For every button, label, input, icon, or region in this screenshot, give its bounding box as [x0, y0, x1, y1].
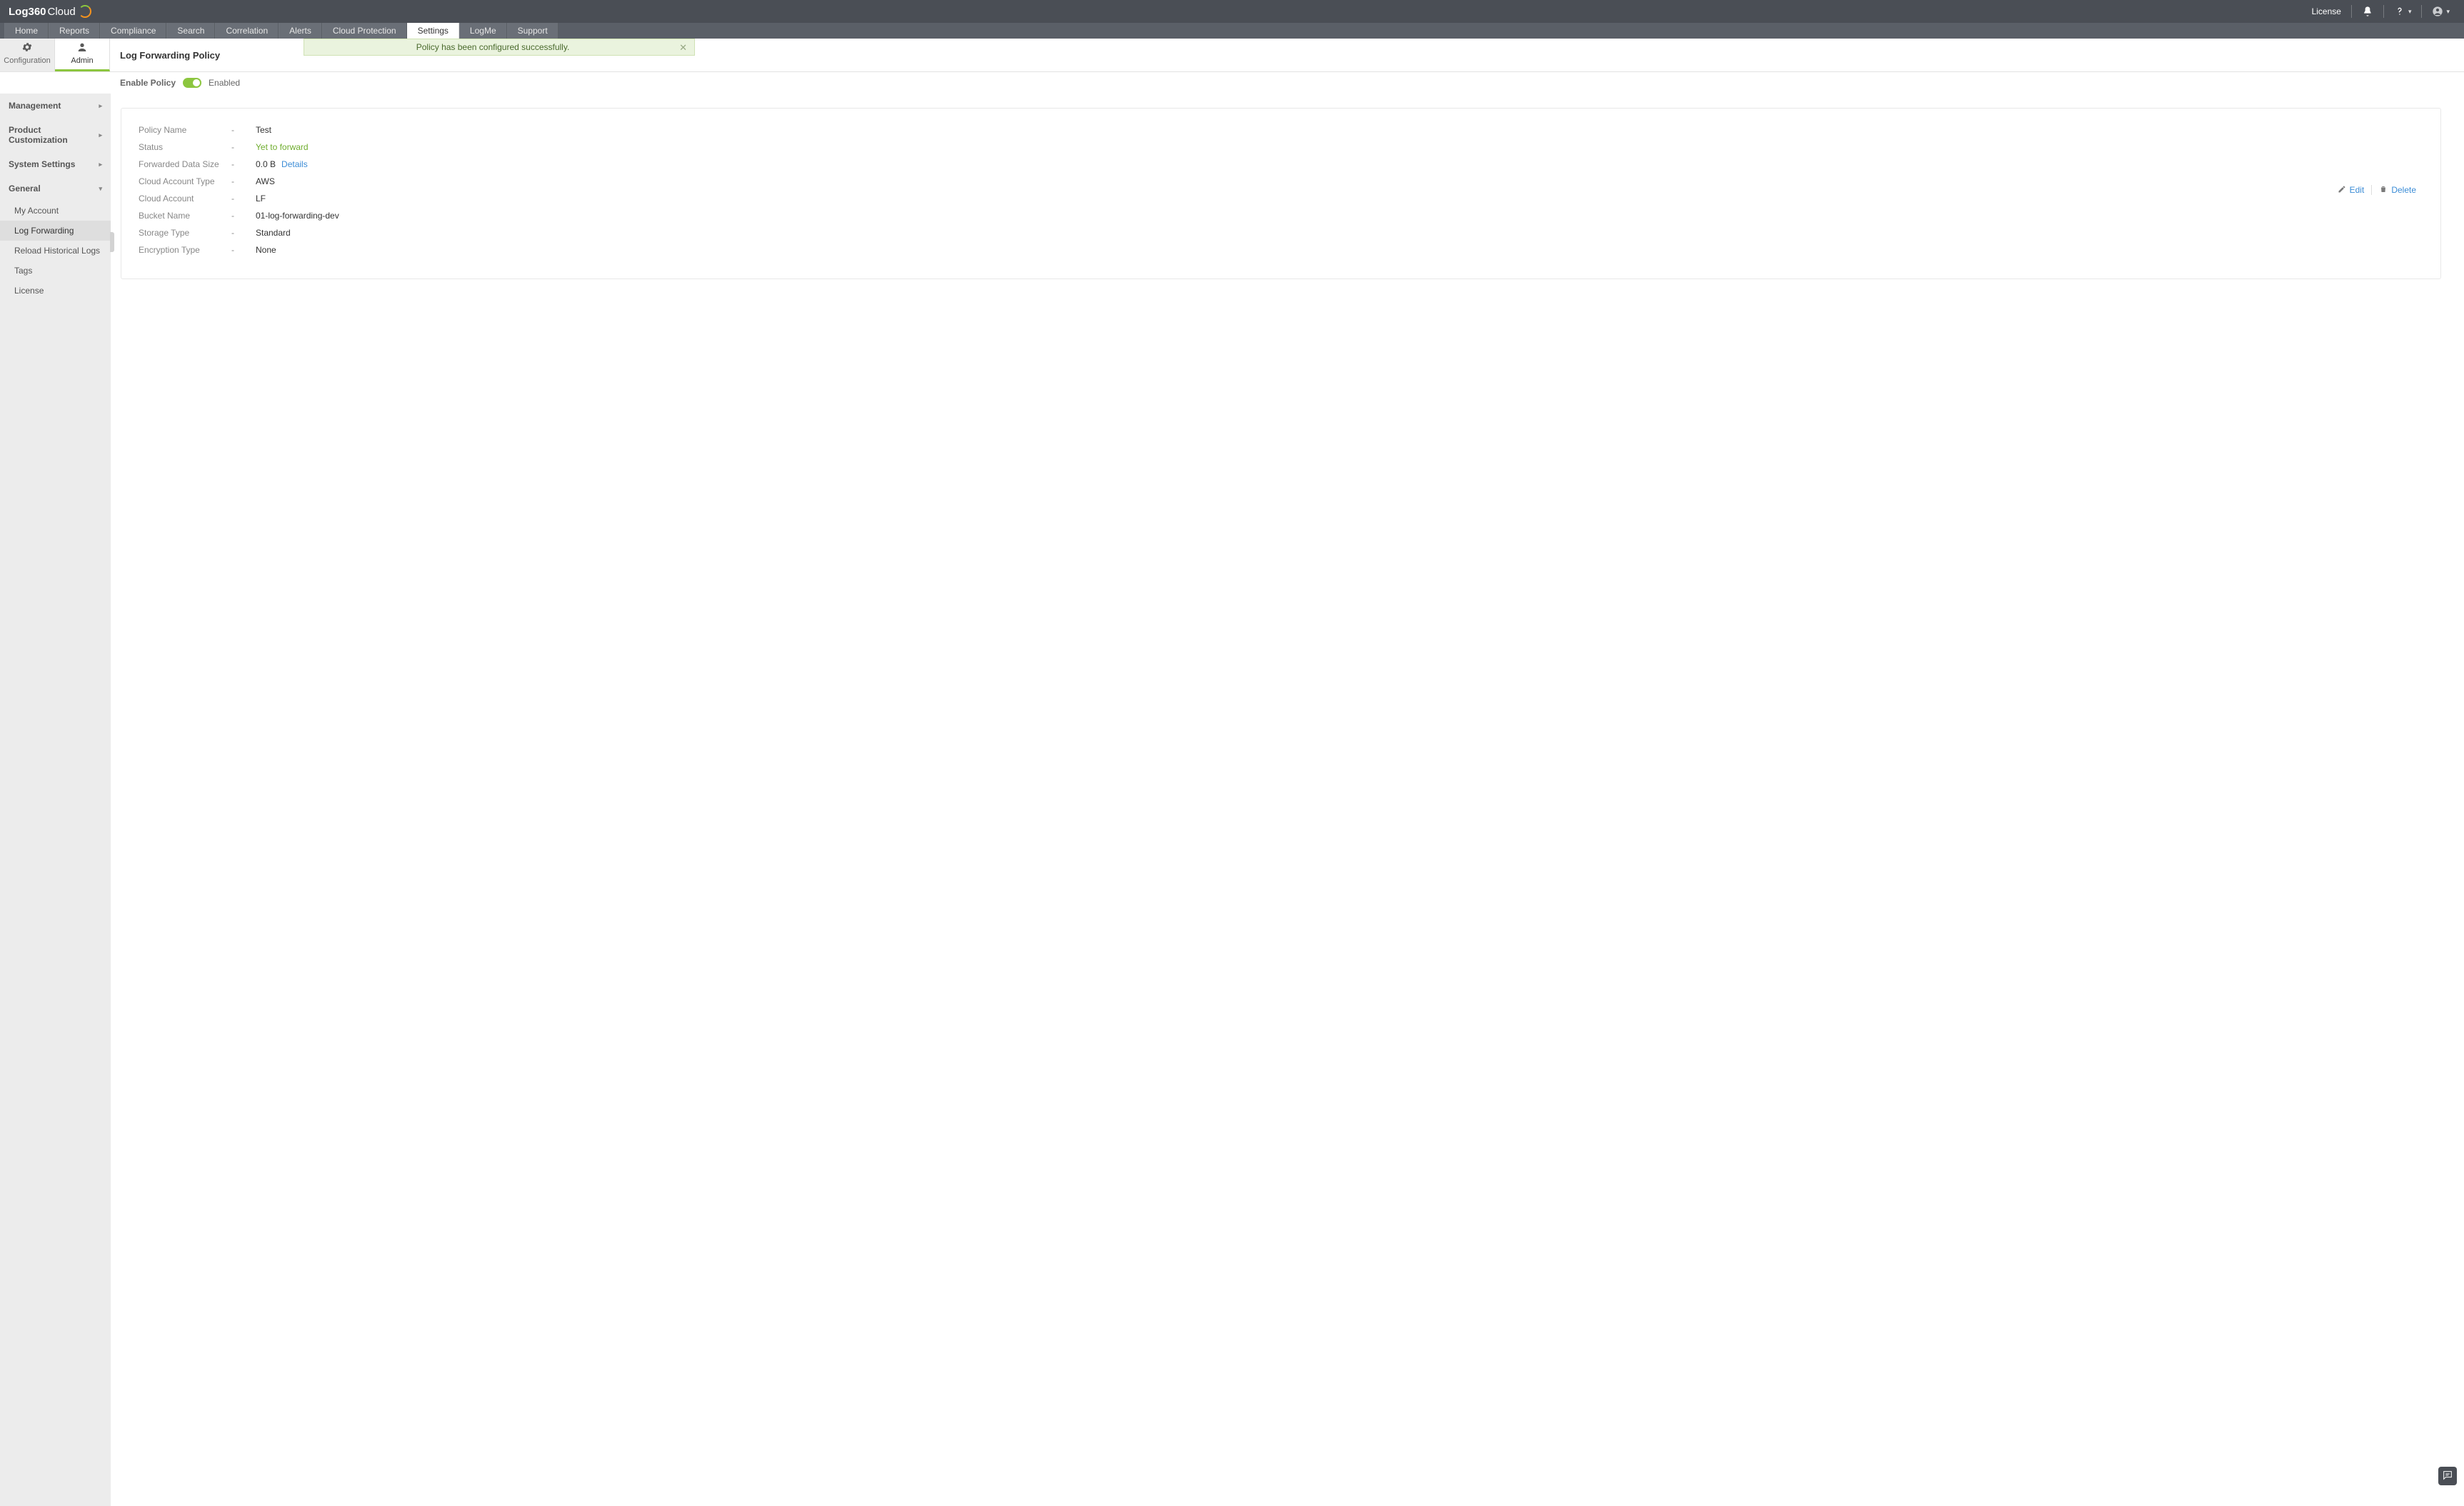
sidebar-item-my-account[interactable]: My Account	[0, 201, 111, 221]
edit-label: Edit	[2350, 185, 2365, 195]
content: Policy Name - Test Status - Yet to forwa…	[111, 94, 2464, 1506]
chevron-right-icon: ▸	[99, 161, 102, 169]
chat-fab[interactable]	[2438, 1467, 2457, 1485]
license-link[interactable]: License	[2306, 4, 2347, 19]
detail-key: Forwarded Data Size	[139, 159, 231, 169]
sidebar: Management ▸ Product Customization ▸ Sys…	[0, 94, 111, 1506]
detail-row: Cloud Account Type - AWS	[139, 173, 2330, 190]
detail-row: Policy Name - Test	[139, 121, 2330, 139]
sidebar-group-label: System Settings	[9, 159, 75, 169]
policy-card: Policy Name - Test Status - Yet to forwa…	[121, 108, 2441, 279]
delete-button[interactable]: Delete	[2372, 185, 2423, 196]
navtabs: Home Reports Compliance Search Correlati…	[0, 23, 2464, 39]
detail-value: 0.0 B	[256, 159, 276, 169]
topbar: Log360 Cloud License ▾ ▾	[0, 0, 2464, 23]
detail-key: Cloud Account	[139, 194, 231, 204]
subtab-configuration[interactable]: Configuration	[0, 39, 55, 71]
edit-button[interactable]: Edit	[2330, 185, 2372, 196]
chevron-right-icon: ▸	[99, 131, 102, 139]
chevron-down-icon: ▾	[2446, 8, 2450, 16]
close-icon[interactable]: ✕	[679, 42, 687, 54]
detail-value: Yet to forward	[256, 142, 309, 152]
logo-thin: Cloud	[48, 6, 76, 18]
tab-support[interactable]: Support	[507, 23, 559, 39]
detail-row: Bucket Name - 01-log-forwarding-dev	[139, 207, 2330, 224]
details-link[interactable]: Details	[281, 159, 308, 169]
sidebar-group-label: Product Customization	[9, 125, 99, 145]
topbar-divider	[2383, 5, 2384, 18]
sidebar-item-reload-historical-logs[interactable]: Reload Historical Logs	[0, 241, 111, 261]
policy-details: Policy Name - Test Status - Yet to forwa…	[139, 121, 2330, 258]
tab-home[interactable]: Home	[4, 23, 49, 39]
notification-banner: Policy has been configured successfully.…	[304, 39, 695, 56]
enable-policy-label: Enable Policy	[120, 78, 176, 88]
chevron-right-icon: ▸	[99, 102, 102, 110]
detail-row: Encryption Type - None	[139, 241, 2330, 258]
subtabs-row: Configuration Admin Log Forwarding Polic…	[0, 39, 2464, 72]
pencil-icon	[2338, 185, 2346, 196]
notification-text: Policy has been configured successfully.	[416, 42, 570, 52]
admin-user-icon	[55, 41, 109, 55]
logo-bold: Log360	[9, 6, 46, 18]
detail-value: AWS	[256, 176, 275, 186]
detail-key: Policy Name	[139, 125, 231, 135]
sidebar-item-log-forwarding[interactable]: Log Forwarding	[0, 221, 111, 241]
sidebar-group-general[interactable]: General ▾	[0, 176, 111, 201]
subtab-admin[interactable]: Admin	[55, 39, 110, 71]
detail-key: Status	[139, 142, 231, 152]
topbar-right: License ▾ ▾	[2306, 4, 2455, 19]
detail-row: Storage Type - Standard	[139, 224, 2330, 241]
sidebar-group-product-customization[interactable]: Product Customization ▸	[0, 118, 111, 152]
sidebar-group-label: General	[9, 184, 41, 194]
bell-icon[interactable]	[2356, 4, 2379, 19]
enable-policy-toggle[interactable]	[183, 78, 201, 88]
tab-correlation[interactable]: Correlation	[215, 23, 279, 39]
sidebar-item-tags[interactable]: Tags	[0, 261, 111, 281]
sidebar-resize-handle[interactable]	[110, 232, 114, 252]
tab-logme[interactable]: LogMe	[459, 23, 507, 39]
chevron-down-icon: ▾	[99, 185, 102, 193]
chevron-down-icon: ▾	[2408, 8, 2412, 16]
tab-settings[interactable]: Settings	[407, 23, 459, 39]
detail-value: 01-log-forwarding-dev	[256, 211, 339, 221]
sidebar-group-label: Management	[9, 101, 61, 111]
detail-row: Status - Yet to forward	[139, 139, 2330, 156]
tab-search[interactable]: Search	[166, 23, 215, 39]
detail-key: Encryption Type	[139, 245, 231, 255]
detail-row: Forwarded Data Size - 0.0 B Details	[139, 156, 2330, 173]
detail-value: Test	[256, 125, 271, 135]
topbar-divider	[2351, 5, 2352, 18]
gear-icon	[0, 41, 54, 55]
logo-swirl-icon	[79, 5, 91, 18]
tab-alerts[interactable]: Alerts	[279, 23, 322, 39]
card-actions: Edit Delete	[2330, 121, 2423, 258]
help-icon[interactable]: ▾	[2388, 4, 2418, 19]
enable-policy-row: Enable Policy Enabled	[0, 72, 2464, 94]
subtab-label: Admin	[71, 56, 93, 65]
detail-row: Cloud Account - LF	[139, 190, 2330, 207]
subtab-label: Configuration	[4, 56, 50, 65]
enable-policy-state: Enabled	[209, 78, 240, 88]
sidebar-group-system-settings[interactable]: System Settings ▸	[0, 152, 111, 176]
topbar-divider	[2421, 5, 2422, 18]
sidebar-item-license[interactable]: License	[0, 281, 111, 301]
sidebar-group-management[interactable]: Management ▸	[0, 94, 111, 118]
tab-cloud-protection[interactable]: Cloud Protection	[322, 23, 407, 39]
detail-value: None	[256, 245, 276, 255]
detail-value: Standard	[256, 228, 291, 238]
user-avatar-icon[interactable]: ▾	[2426, 4, 2455, 19]
tab-reports[interactable]: Reports	[49, 23, 100, 39]
delete-label: Delete	[2391, 185, 2416, 195]
tab-compliance[interactable]: Compliance	[100, 23, 166, 39]
detail-key: Storage Type	[139, 228, 231, 238]
detail-value: LF	[256, 194, 266, 204]
detail-key: Bucket Name	[139, 211, 231, 221]
trash-icon	[2379, 185, 2388, 196]
chat-icon	[2442, 1470, 2453, 1483]
detail-key: Cloud Account Type	[139, 176, 231, 186]
logo[interactable]: Log360 Cloud	[9, 5, 91, 18]
page-title: Log Forwarding Policy	[120, 50, 220, 61]
